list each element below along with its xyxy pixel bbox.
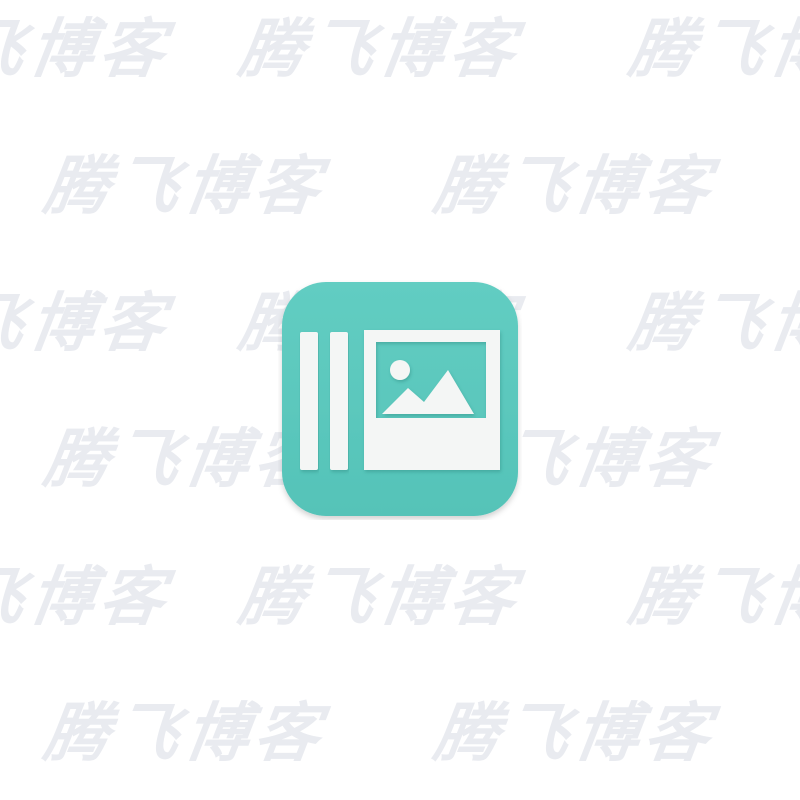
watermark-text: 腾飞博客: [0, 561, 176, 635]
watermark-text: 腾飞博客: [624, 561, 800, 635]
watermark-text: 腾飞博客: [234, 561, 526, 635]
watermark-text: 腾飞博客: [429, 697, 721, 771]
watermark-text: 腾飞博客: [624, 287, 800, 361]
image-gallery-icon: [278, 280, 522, 520]
watermark-text: 腾飞博客: [39, 150, 331, 224]
canvas: 腾飞博客 腾飞博客 腾飞博客 腾飞博客 腾飞博客 腾飞博客 腾飞博客 腾飞博客 …: [0, 0, 800, 800]
watermark-text: 腾飞博客: [624, 13, 800, 87]
sidebar-bar-icon: [300, 332, 318, 470]
watermark-text: 腾飞博客: [39, 697, 331, 771]
watermark-text: 腾飞博客: [234, 13, 526, 87]
sidebar-bar-icon: [330, 332, 348, 470]
watermark-text: 腾飞博客: [429, 150, 721, 224]
watermark-text: 腾飞博客: [0, 13, 176, 87]
watermark-text: 腾飞博客: [0, 287, 176, 361]
